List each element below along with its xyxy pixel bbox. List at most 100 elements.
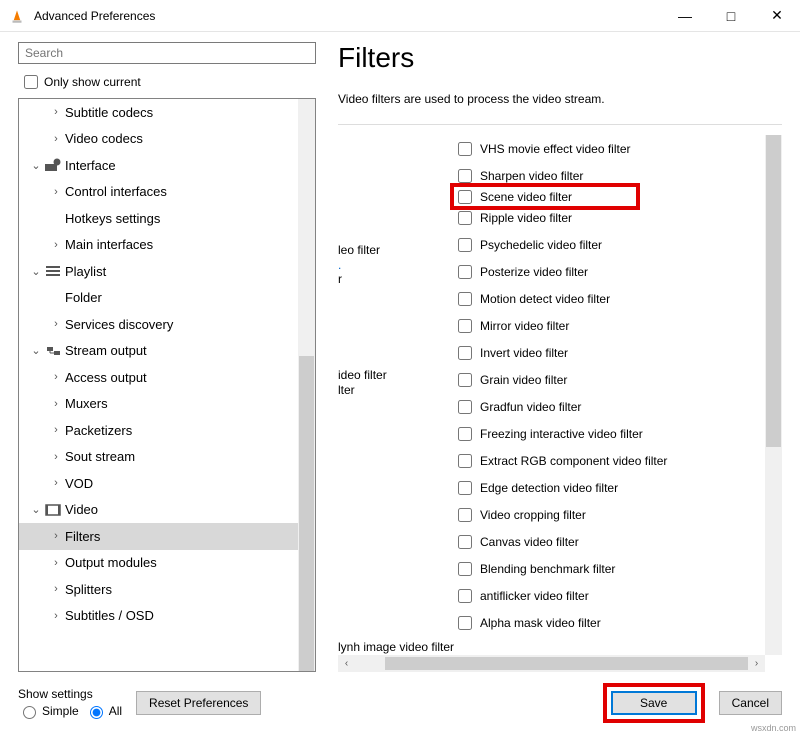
filter-label: Video cropping filter	[480, 508, 586, 522]
tree-item-subtitle-codecs[interactable]: ›Subtitle codecs	[19, 99, 298, 126]
tree-item-control-interfaces[interactable]: ›Control interfaces	[19, 179, 298, 206]
filter-extract-rgb-component-video-filter[interactable]: Extract RGB component video filter	[458, 447, 765, 474]
filter-motion-detect-video-filter[interactable]: Motion detect video filter	[458, 285, 765, 312]
window-title: Advanced Preferences	[34, 9, 662, 23]
filter-grain-video-filter[interactable]: Grain video filter	[458, 366, 765, 393]
tree-item-playlist[interactable]: ⌄Playlist	[19, 258, 298, 285]
app-icon	[8, 7, 26, 25]
filter-checkbox[interactable]	[458, 169, 472, 183]
tree-item-subtitles-osd[interactable]: ›Subtitles / OSD	[19, 603, 298, 630]
cancel-button[interactable]: Cancel	[719, 691, 782, 715]
filter-checkbox[interactable]	[458, 427, 472, 441]
filter-mirror-video-filter[interactable]: Mirror video filter	[458, 312, 765, 339]
filter-checkbox[interactable]	[458, 346, 472, 360]
filter-vscrollbar[interactable]	[765, 135, 782, 655]
filter-checkbox[interactable]	[458, 211, 472, 225]
filter-canvas-video-filter[interactable]: Canvas video filter	[458, 528, 765, 555]
filter-label: Invert video filter	[480, 346, 568, 360]
stream-icon	[43, 344, 63, 358]
tree-item-interface[interactable]: ⌄ Interface	[19, 152, 298, 179]
filter-label: Ripple video filter	[480, 211, 572, 225]
filter-checkbox[interactable]	[458, 319, 472, 333]
all-radio[interactable]: All	[85, 703, 122, 719]
filter-hscrollbar[interactable]: ‹ ›	[338, 655, 765, 672]
minimize-button[interactable]: —	[662, 1, 708, 31]
tree-item-vod[interactable]: ›VOD	[19, 470, 298, 497]
filter-label: antiflicker video filter	[480, 589, 589, 603]
simple-radio[interactable]: Simple	[18, 703, 79, 719]
filter-checkbox[interactable]	[458, 481, 472, 495]
filter-blending-benchmark-filter[interactable]: Blending benchmark filter	[458, 555, 765, 582]
close-button[interactable]: ✕	[754, 1, 800, 31]
tree-label: Packetizers	[63, 423, 132, 438]
expand-icon: ›	[49, 583, 63, 595]
page-description: Video filters are used to process the vi…	[338, 92, 782, 106]
filter-checkbox[interactable]	[458, 373, 472, 387]
filter-checkbox[interactable]	[458, 190, 472, 204]
tree-item-packetizers[interactable]: ›Packetizers	[19, 417, 298, 444]
tree-item-access-output[interactable]: ›Access output	[19, 364, 298, 391]
filter-checkbox[interactable]	[458, 238, 472, 252]
only-show-checkbox[interactable]	[24, 75, 38, 89]
settings-tree[interactable]: ›Subtitle codecs›Video codecs ⌄ Interface ›…	[19, 99, 298, 671]
filter-freezing-interactive-video-filter[interactable]: Freezing interactive video filter	[458, 420, 765, 447]
filter-edge-detection-video-filter[interactable]: Edge detection video filter	[458, 474, 765, 501]
filter-label: Psychedelic video filter	[480, 238, 602, 252]
tree-item-filters[interactable]: ›Filters	[19, 523, 298, 550]
tree-label: Muxers	[63, 396, 108, 411]
tree-item-folder[interactable]: Folder	[19, 285, 298, 312]
filter-checkbox[interactable]	[458, 562, 472, 576]
tree-item-splitters[interactable]: ›Splitters	[19, 576, 298, 603]
filter-checkbox[interactable]	[458, 292, 472, 306]
filter-gradfun-video-filter[interactable]: Gradfun video filter	[458, 393, 765, 420]
filter-antiflicker-video-filter[interactable]: antiflicker video filter	[458, 582, 765, 609]
save-highlight: Save	[603, 683, 705, 723]
filter-checkbox[interactable]	[458, 265, 472, 279]
maximize-button[interactable]: □	[708, 1, 754, 31]
filter-checkbox[interactable]	[458, 616, 472, 630]
playlist-icon	[43, 264, 63, 278]
tree-item-muxers[interactable]: ›Muxers	[19, 391, 298, 418]
tree-item-video[interactable]: ⌄Video	[19, 497, 298, 524]
tree-item-sout-stream[interactable]: ›Sout stream	[19, 444, 298, 471]
filter-video-cropping-filter[interactable]: Video cropping filter	[458, 501, 765, 528]
tree-label: Main interfaces	[63, 237, 153, 252]
expand-icon: ›	[49, 424, 63, 436]
expand-icon: ⌄	[29, 159, 43, 172]
scroll-left-icon[interactable]: ‹	[338, 658, 355, 669]
tree-item-main-interfaces[interactable]: ›Main interfaces	[19, 232, 298, 259]
filter-label: Edge detection video filter	[480, 481, 618, 495]
reset-preferences-button[interactable]: Reset Preferences	[136, 691, 261, 715]
filter-ripple-video-filter[interactable]: Ripple video filter	[458, 204, 765, 231]
filter-checkbox[interactable]	[458, 589, 472, 603]
filter-posterize-video-filter[interactable]: Posterize video filter	[458, 258, 765, 285]
save-button[interactable]: Save	[611, 691, 697, 715]
expand-icon: ›	[49, 477, 63, 489]
only-show-current-checkbox[interactable]: Only show current	[20, 72, 320, 92]
search-input[interactable]	[18, 42, 316, 64]
expand-icon: ›	[49, 106, 63, 118]
filter-checkbox[interactable]	[458, 400, 472, 414]
tree-item-hotkeys-settings[interactable]: Hotkeys settings	[19, 205, 298, 232]
filter-alpha-mask-video-filter[interactable]: Alpha mask video filter	[458, 609, 765, 636]
filter-checkbox-column: VHS movie effect video filterSharpen vid…	[458, 135, 765, 655]
tree-label: Interface	[63, 158, 116, 173]
filter-checkbox[interactable]	[458, 142, 472, 156]
expand-icon: ›	[49, 239, 63, 251]
filter-invert-video-filter[interactable]: Invert video filter	[458, 339, 765, 366]
tree-label: Control interfaces	[63, 184, 167, 199]
filter-checkbox[interactable]	[458, 508, 472, 522]
filter-checkbox[interactable]	[458, 535, 472, 549]
filter-checkbox[interactable]	[458, 454, 472, 468]
tree-label: Stream output	[63, 343, 147, 358]
tree-item-video-codecs[interactable]: ›Video codecs	[19, 126, 298, 153]
tree-item-stream-output[interactable]: ⌄Stream output	[19, 338, 298, 365]
tree-item-output-modules[interactable]: ›Output modules	[19, 550, 298, 577]
filter-vhs-movie-effect-video-filter[interactable]: VHS movie effect video filter	[458, 135, 765, 162]
tree-scrollbar[interactable]	[298, 99, 315, 671]
tree-label: Hotkeys settings	[63, 211, 160, 226]
fragment-text: r	[338, 272, 458, 287]
tree-item-services-discovery[interactable]: ›Services discovery	[19, 311, 298, 338]
filter-psychedelic-video-filter[interactable]: Psychedelic video filter	[458, 231, 765, 258]
scroll-right-icon[interactable]: ›	[748, 658, 765, 669]
